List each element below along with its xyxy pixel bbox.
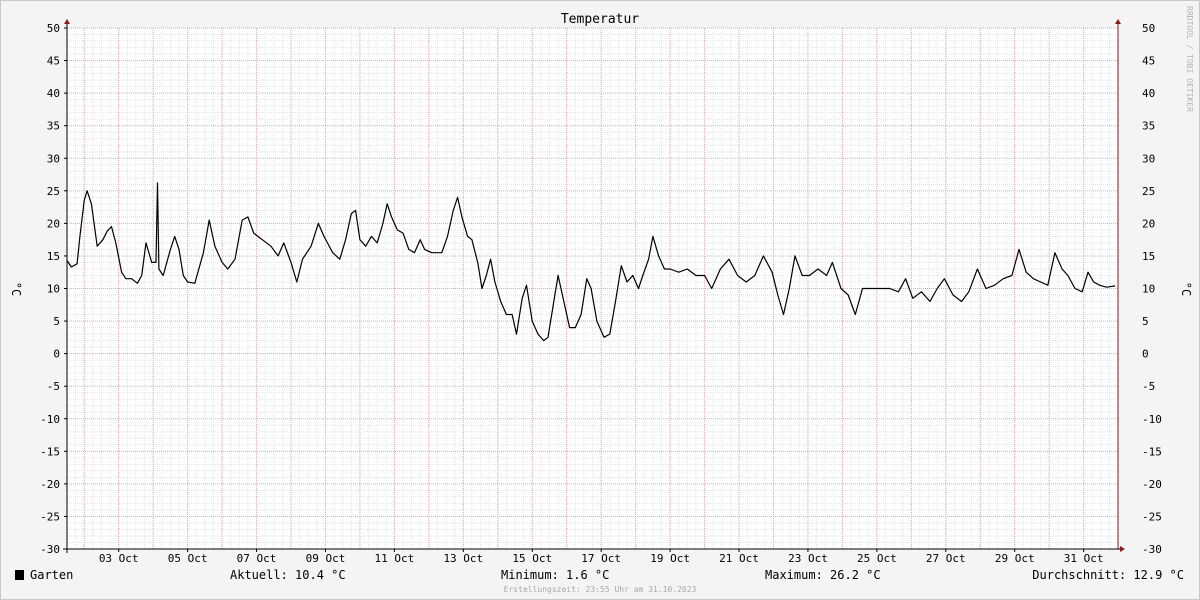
y-tick-label-left: 45 <box>47 55 60 68</box>
x-axis-ticks: 03 Oct 05 Oct 07 Oct 09 Oct 11 Oct 13 Oct 15 O… <box>99 549 1104 565</box>
x-tick-label: 03 Oct <box>99 552 139 565</box>
y-tick-label-right: 30 <box>1142 152 1155 165</box>
legend-swatch <box>15 570 24 580</box>
y-tick-label-left: -10 <box>40 413 60 426</box>
y-tick-label-left: 40 <box>47 87 60 100</box>
y-axis-left-ticks: -30 -25 -20 -15 -10 -5 0 5 10 15 20 25 30 35 40 45 50 <box>40 22 67 556</box>
footer-timestamp: Erstellungszeit: 23:55 Uhr am 31.10.2023 <box>504 585 697 594</box>
y-axis-arrow-left <box>64 19 70 24</box>
y-tick-label-left: 30 <box>47 152 60 165</box>
y-tick-label-right: -30 <box>1142 543 1162 556</box>
legend-maximum: Maximum: 26.2 °C <box>765 568 881 582</box>
x-tick-label: 13 Oct <box>443 552 483 565</box>
y-tick-label-right: -10 <box>1142 413 1162 426</box>
legend-minimum: Minimum: 1.6 °C <box>501 568 609 582</box>
y-tick-label-right: 5 <box>1142 315 1149 328</box>
y-tick-label-left: 0 <box>53 348 60 361</box>
y-tick-label-right: 35 <box>1142 120 1155 133</box>
x-tick-label: 15 Oct <box>512 552 552 565</box>
y-tick-label-left: 25 <box>47 185 60 198</box>
y-tick-label-left: -5 <box>47 380 60 393</box>
y-tick-label-right: 45 <box>1142 55 1155 68</box>
y-tick-label-right: 0 <box>1142 348 1149 361</box>
x-tick-label: 25 Oct <box>857 552 897 565</box>
y-tick-label-left: 5 <box>53 315 60 328</box>
y-tick-label-right: -5 <box>1142 380 1155 393</box>
y-tick-label-left: 10 <box>47 283 60 296</box>
x-axis-arrow <box>1120 546 1125 552</box>
x-tick-label: 05 Oct <box>168 552 208 565</box>
y-axis-right-ticks: -30 -25 -20 -15 -10 -5 0 5 10 15 20 25 30 35 40 45 50 <box>1142 22 1162 556</box>
y-tick-label-right: 10 <box>1142 283 1155 296</box>
x-tick-label: 19 Oct <box>650 552 690 565</box>
chart-title: Temperatur <box>561 12 639 27</box>
y-tick-label-right: 15 <box>1142 250 1155 263</box>
x-tick-label: 11 Oct <box>375 552 415 565</box>
y-axis-label-left: °C <box>9 282 23 296</box>
x-tick-label: 09 Oct <box>306 552 346 565</box>
legend-series-name: Garten <box>30 568 73 582</box>
y-tick-label-left: 35 <box>47 120 60 133</box>
y-tick-label-right: 40 <box>1142 87 1155 100</box>
x-tick-label: 23 Oct <box>788 552 828 565</box>
watermark: RRDTOOL / TOBI OETIKER <box>1185 6 1194 112</box>
legend-current: Aktuell: 10.4 °C <box>230 568 346 582</box>
x-tick-label: 07 Oct <box>237 552 277 565</box>
temperature-chart: -30-25-20-15-10-505101520253035404550 -3… <box>9 6 1194 594</box>
x-tick-label: 27 Oct <box>926 552 966 565</box>
x-tick-label: 17 Oct <box>581 552 621 565</box>
y-tick-label-left: 20 <box>47 217 60 230</box>
y-tick-label-right: -25 <box>1142 510 1162 523</box>
y-tick-label-left: -20 <box>40 478 60 491</box>
y-tick-label-left: 50 <box>47 22 60 35</box>
legend-average: Durchschnitt: 12.9 °C <box>1032 568 1184 582</box>
y-axis-label-right: °C <box>1179 282 1193 296</box>
y-tick-label-left: 15 <box>47 250 60 263</box>
y-axis-arrow-right <box>1115 19 1121 24</box>
y-tick-label-right: 25 <box>1142 185 1155 198</box>
y-tick-label-right: -15 <box>1142 445 1162 458</box>
x-tick-label: 31 Oct <box>1064 552 1104 565</box>
y-tick-label-left: -15 <box>40 445 60 458</box>
y-tick-label-right: 20 <box>1142 217 1155 230</box>
x-tick-label: 21 Oct <box>719 552 759 565</box>
y-tick-label-right: -20 <box>1142 478 1162 491</box>
x-tick-label: 29 Oct <box>995 552 1035 565</box>
y-tick-label-right: 50 <box>1142 22 1155 35</box>
y-tick-label-left: -30 <box>40 543 60 556</box>
y-tick-label-left: -25 <box>40 510 60 523</box>
